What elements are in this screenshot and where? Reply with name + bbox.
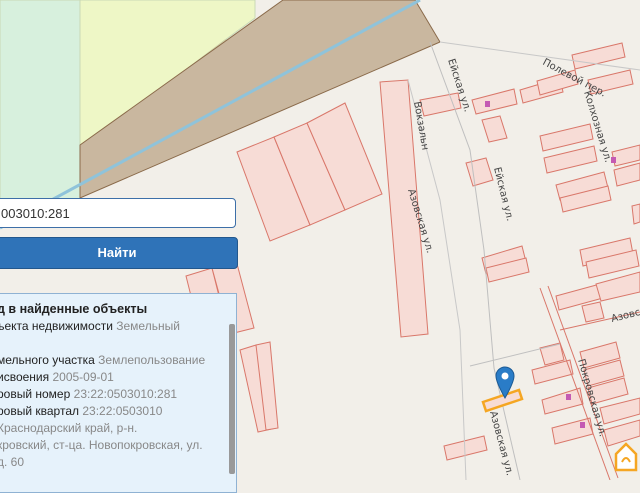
row-label: исвоения xyxy=(0,370,50,384)
row-label: ровый номер xyxy=(0,387,71,401)
result-row xyxy=(0,335,219,352)
result-row: кровский, ст-ца. Новопокровская, ул. xyxy=(0,437,219,454)
row-value: Земельный xyxy=(116,319,180,333)
cadastral-search-input[interactable] xyxy=(0,198,236,228)
row-label: ровый квартал xyxy=(0,404,79,418)
row-value: 23:22:0503010:281 xyxy=(73,387,178,401)
row-value: 23:22:0503010 xyxy=(82,404,163,418)
scrollbar-thumb[interactable] xyxy=(229,324,235,474)
parcel[interactable] xyxy=(581,301,605,323)
result-content: д в найденные объекты ъекта недвижимости… xyxy=(0,302,219,471)
result-panel: д в найденные объекты ъекта недвижимости… xyxy=(0,293,237,493)
result-row: д. 60 xyxy=(0,454,219,471)
find-button[interactable]: Найти xyxy=(0,237,238,269)
green-area xyxy=(0,0,81,201)
row-label: мельного участка xyxy=(0,353,95,367)
building xyxy=(485,101,490,107)
home-icon[interactable] xyxy=(612,440,640,472)
row-value: 2005-09-01 xyxy=(52,370,114,384)
result-row: мельного участка Землепользование xyxy=(0,352,219,369)
result-row: исвоения 2005-09-01 xyxy=(0,369,219,386)
building xyxy=(580,422,585,428)
row-value: Краснодарский край, р-н. xyxy=(0,421,138,435)
parcel[interactable] xyxy=(631,203,640,225)
result-row: ровый квартал 23:22:0503010 xyxy=(0,403,219,420)
row-value: д. 60 xyxy=(0,455,25,469)
row-value: Землепользование xyxy=(98,353,206,367)
result-title: д в найденные объекты xyxy=(0,302,148,316)
row-label: ъекта недвижимости xyxy=(0,319,113,333)
result-row: ъекта недвижимости Земельный xyxy=(0,318,219,335)
result-row: ровый номер 23:22:0503010:281 xyxy=(0,386,219,403)
row-value: кровский, ст-ца. Новопокровская, ул. xyxy=(0,438,203,452)
result-row: Краснодарский край, р-н. xyxy=(0,420,219,437)
building xyxy=(566,394,571,400)
